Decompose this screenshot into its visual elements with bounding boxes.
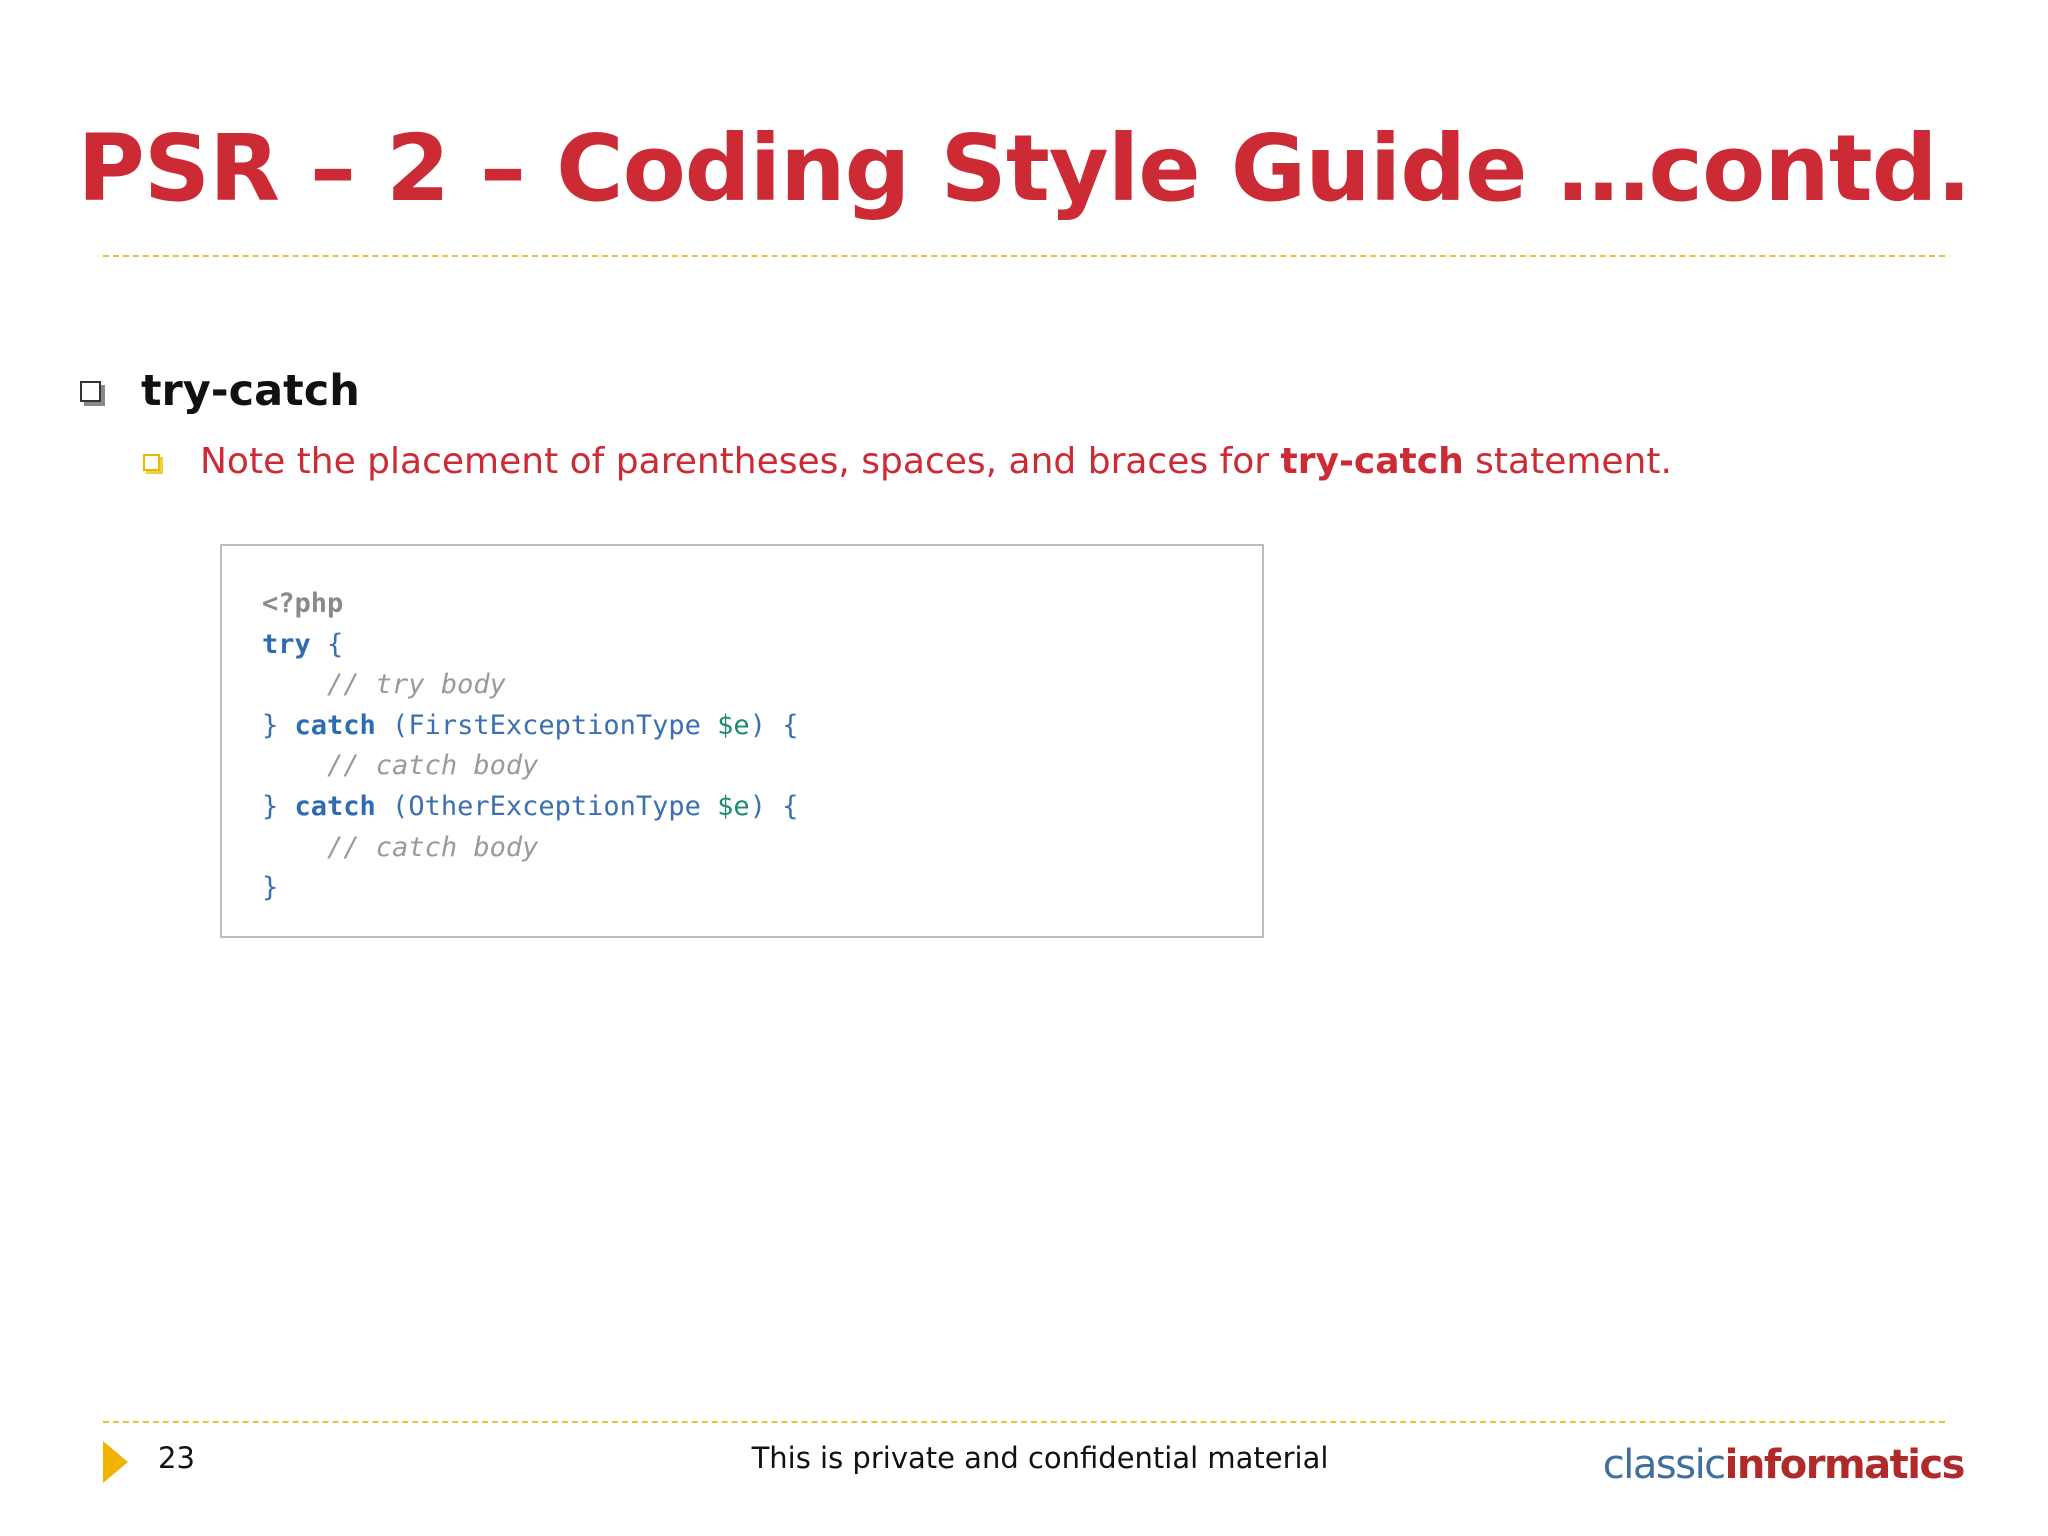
sub-bullet-bold: try-catch	[1280, 441, 1464, 482]
code-paren: (	[375, 709, 409, 741]
code-paren-brace: ) {	[749, 709, 799, 741]
sub-bullet-prefix: Note the placement of parentheses, space…	[200, 441, 1281, 482]
catch-body-comment: // catch body	[327, 750, 539, 782]
title-divider	[103, 255, 1945, 257]
slide-title: PSR – 2 – Coding Style Guide …contd.	[77, 115, 1971, 222]
php-open-tag: <?php	[262, 588, 344, 619]
code-line-1: <?php	[262, 584, 798, 625]
exception-var: $e	[717, 709, 750, 741]
code-line-3: // try body	[262, 665, 798, 706]
catch-keyword: catch	[294, 790, 376, 822]
code-brace: }	[262, 872, 279, 904]
bullet-try-catch: try-catch	[80, 370, 360, 413]
code-line-2: try {	[262, 625, 798, 666]
logo-classic: classic	[1602, 1442, 1726, 1488]
code-block: <?php try { // try body} catch (FirstExce…	[262, 584, 798, 909]
code-example: <?php try { // try body} catch (FirstExce…	[220, 544, 1264, 938]
exception-type-1: FirstExceptionType	[408, 709, 718, 741]
company-logo: classicinformatics	[1602, 1442, 1966, 1488]
code-brace: }	[262, 790, 295, 822]
code-brace: {	[310, 628, 344, 660]
code-paren-brace: ) {	[749, 790, 799, 822]
code-line-6: } catch (OtherExceptionType $e) {	[262, 787, 798, 828]
exception-type-2: OtherExceptionType	[408, 790, 718, 822]
sub-bullet-suffix: statement.	[1463, 441, 1672, 482]
code-line-4: } catch (FirstExceptionType $e) {	[262, 706, 798, 747]
code-line-8: }	[262, 868, 798, 909]
exception-var: $e	[717, 790, 750, 822]
code-line-5: // catch body	[262, 746, 798, 787]
footer-divider	[103, 1421, 1945, 1423]
code-paren: (	[375, 790, 409, 822]
sub-bullet-note: Note the placement of parentheses, space…	[143, 444, 1672, 480]
square-bullet-icon	[143, 453, 160, 471]
bullet-label: try-catch	[141, 366, 360, 416]
try-body-comment: // try body	[327, 669, 506, 701]
logo-informatics: informatics	[1724, 1442, 1966, 1488]
code-line-7: // catch body	[262, 828, 798, 869]
code-brace: }	[262, 709, 295, 741]
try-keyword: try	[262, 628, 311, 660]
square-bullet-icon	[80, 381, 101, 402]
catch-keyword: catch	[294, 709, 376, 741]
sub-bullet-text: Note the placement of parentheses, space…	[200, 444, 1672, 480]
catch-body-comment: // catch body	[327, 831, 539, 863]
